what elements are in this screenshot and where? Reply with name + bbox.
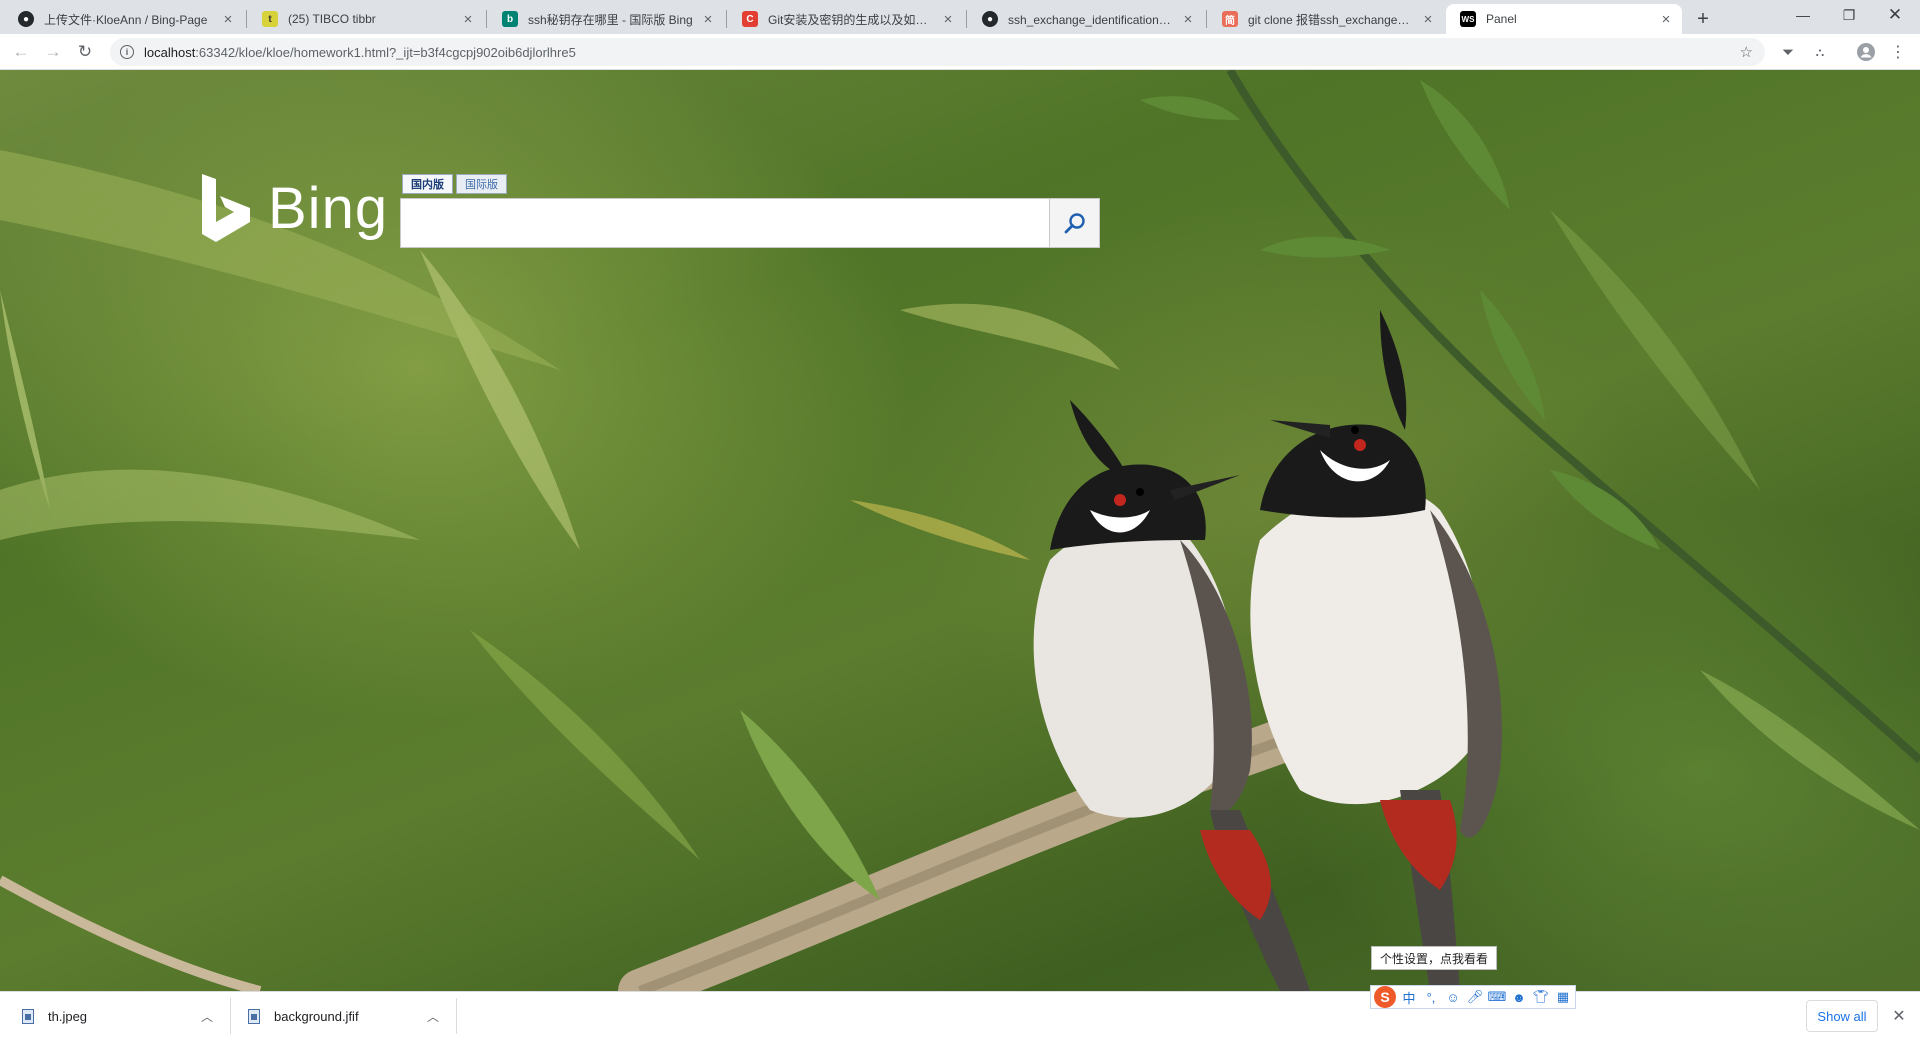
chevron-up-icon[interactable]: ︿ [200,1009,214,1024]
personalize-tooltip: 个性设置，点我看看 [1371,946,1498,970]
github-icon: ● [18,11,34,27]
search-scope-tabs: 国内版 国际版 [402,174,507,194]
ime-mode-chinese[interactable]: 中 [1400,988,1418,1006]
back-arrow-icon[interactable]: ← [9,40,33,64]
close-icon[interactable]: ✕ [1890,1007,1908,1025]
tab-close-icon[interactable]: × [1180,11,1196,28]
extension-icon[interactable]: ⛬ [1810,42,1830,62]
scope-tab-international[interactable]: 国际版 [456,174,507,194]
tab-close-icon[interactable]: × [940,11,956,28]
tab-close-icon[interactable]: × [460,11,476,28]
jianshu-icon: 简 [1222,11,1238,27]
tibbr-icon: t [262,11,278,27]
download-item[interactable]: th.jpeg [22,992,87,1039]
download-shelf: th.jpeg ︿ background.jfif ︿ Show all ✕ [0,991,1920,1039]
info-icon[interactable]: i [120,45,134,59]
show-all-button[interactable]: Show all [1806,1000,1878,1032]
browser-tab[interactable]: ● 上传文件·KloeAnn / Bing-Page × [4,4,244,34]
search-button[interactable] [1050,198,1100,248]
download-item[interactable]: background.jfif [248,992,359,1039]
search-box [400,198,1050,248]
tab-title: ssh_exchange_identification：读 [1008,12,1174,27]
tab-divider [486,10,487,28]
tab-close-icon[interactable]: × [1420,11,1436,28]
tab-close-icon[interactable]: × [700,11,716,28]
divider [456,998,457,1034]
chevron-up-icon[interactable]: ︿ [426,1009,440,1024]
image-file-icon [248,1008,260,1024]
ime-toolbar: S 中 °, ☺ 🎤︎ ⌨ ☻ 👕︎ ▦ [1370,985,1576,1009]
tab-title: 上传文件·KloeAnn / Bing-Page [44,12,208,27]
search-input[interactable] [401,199,1049,247]
tab-divider [1206,10,1207,28]
browser-tab[interactable]: ● ssh_exchange_identification：读 × [968,4,1204,34]
search-icon [1064,213,1085,234]
tab-divider [246,10,247,28]
tab-close-icon[interactable]: × [220,11,236,28]
tab-strip: ● 上传文件·KloeAnn / Bing-Page × t (25) TIBC… [0,0,1920,34]
forward-arrow-icon[interactable]: → [41,40,65,64]
user-icon[interactable]: ☻ [1510,988,1528,1006]
scope-tab-domestic[interactable]: 国内版 [402,174,453,194]
bing-logo[interactable]: Bing [200,172,388,244]
grid-icon[interactable]: ▦ [1554,988,1572,1006]
keyboard-icon[interactable]: ⌨ [1488,988,1507,1006]
download-filename: th.jpeg [48,1008,88,1024]
menu-kebab-icon[interactable]: ⋮ [1888,42,1908,62]
window-close-icon[interactable]: ✕ [1872,0,1918,30]
tab-close-icon[interactable]: × [1658,11,1674,28]
url-path: :63342/kloe/kloe/homework1.html?_ijt=b3f… [195,44,576,60]
csdn-icon: C [742,11,758,27]
mic-icon[interactable]: 🎤︎ [1466,988,1484,1006]
browser-tab[interactable]: t (25) TIBCO tibbr × [248,4,484,34]
bing-logo-text: Bing [268,175,389,241]
address-bar[interactable]: i localhost:63342/kloe/kloe/homework1.ht… [110,38,1765,66]
webstorm-icon: WS [1460,11,1476,27]
image-file-icon [22,1008,34,1024]
url-text[interactable]: localhost:63342/kloe/kloe/homework1.html… [144,45,576,60]
sogou-logo-icon[interactable]: S [1374,986,1396,1008]
new-tab-button[interactable]: + [1690,6,1716,32]
extension-filter-icon[interactable]: ⏷ [1778,42,1798,62]
restore-icon[interactable]: ❐ [1826,0,1872,30]
bing-b-icon [202,174,250,242]
browser-tab[interactable]: C Git安装及密钥的生成以及如何重 × [728,4,964,34]
browser-tab[interactable]: b ssh秘钥存在哪里 - 国际版 Bing × [488,4,724,34]
tab-divider [966,10,967,28]
download-filename: background.jfif [274,1008,359,1024]
ime-punctuation-toggle[interactable]: °, [1422,988,1440,1006]
tab-title: (25) TIBCO tibbr [288,12,376,26]
browser-tab-active[interactable]: WS Panel × [1446,4,1682,34]
tab-title: ssh秘钥存在哪里 - 国际版 Bing [528,12,693,27]
emoji-icon[interactable]: ☺ [1444,988,1462,1006]
github-icon: ● [982,11,998,27]
minimize-icon[interactable]: — [1780,0,1826,30]
browser-tab[interactable]: 简 git clone 报错ssh_exchange_iden × [1208,4,1444,34]
profile-avatar-icon[interactable] [1856,42,1876,62]
tab-title: Git安装及密钥的生成以及如何重 [768,12,934,27]
shirt-icon[interactable]: 👕︎ [1532,988,1550,1006]
url-host: localhost [144,44,196,60]
bing-icon: b [502,11,518,27]
page-viewport: Bing 国内版 国际版 个性设置，点我看看 [0,70,1920,991]
browser-toolbar: ← → ↻ i localhost:63342/kloe/kloe/homewo… [0,34,1920,70]
tab-title: git clone 报错ssh_exchange_iden [1248,12,1414,27]
tab-divider [726,10,727,28]
divider [230,998,231,1034]
reload-icon[interactable]: ↻ [73,40,97,64]
bookmark-star-icon[interactable]: ☆ [1740,43,1753,61]
tab-title: Panel [1486,12,1517,26]
